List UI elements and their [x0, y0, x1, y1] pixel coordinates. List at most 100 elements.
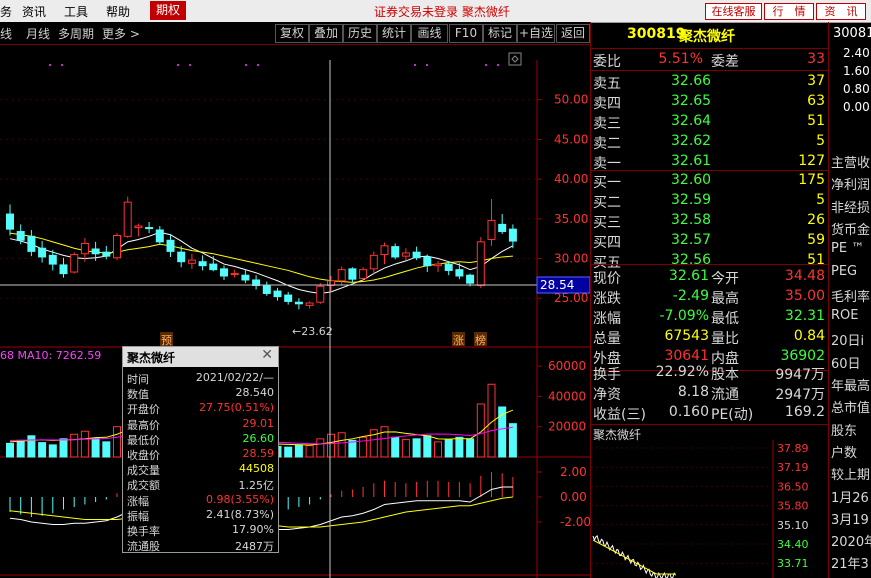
price-tick: 40.00	[554, 172, 588, 186]
tab-multi-period[interactable]: 多周期	[58, 25, 94, 42]
volume-bar	[508, 423, 517, 458]
volume-bar	[113, 426, 121, 458]
ask-label: 卖三	[593, 116, 621, 132]
tooltip-value: 17.90%	[232, 523, 274, 536]
fundamentals-sidebar: 30081 2.40 1.60 0.80 0.00 主营收 净利润 非经损 货币金 PE ™ P…	[828, 22, 871, 578]
top-menu-bar: 务 资讯 工具 帮助 期权 证券交易未登录 聚杰微纤 在线客服 行 情 资 讯	[0, 0, 871, 23]
bid-volume: 175	[798, 172, 825, 188]
tooltip-key: 涨幅	[127, 494, 149, 508]
fund-row: 收益(三) 0.160 PE(动) 169.2	[591, 402, 829, 423]
ask-row[interactable]: 卖三 32.64 51	[591, 111, 829, 132]
order-ratio-label: 委比	[593, 54, 621, 70]
mark-button[interactable]: 标记	[483, 24, 517, 43]
tooltip-value: 2487万	[235, 540, 274, 554]
ask-label: 卖二	[593, 136, 621, 152]
fund-label: 流通	[711, 387, 739, 403]
ask-row[interactable]: 卖二 32.62 5	[591, 131, 829, 152]
tooltip-row: 成交量 44508	[123, 462, 278, 477]
tooltip-key: 数值	[127, 388, 149, 402]
sidebar-item: 毛利率	[831, 289, 871, 305]
tooltip-row: 流通股 2487万	[123, 538, 278, 554]
minute-tick: 36.50	[777, 480, 809, 493]
history-button[interactable]: 历史	[343, 24, 377, 43]
ask-row[interactable]: 卖四 32.65 63	[591, 91, 829, 112]
stock-code: 300819	[627, 26, 686, 42]
ask-row[interactable]: 卖五 32.66 37	[591, 71, 829, 92]
tooltip-key: 时间	[127, 373, 149, 386]
bid-price: 32.57	[671, 232, 712, 248]
menu-item-service[interactable]: 务	[0, 3, 12, 20]
fund-value: 0.160	[668, 404, 709, 420]
ask-price: 32.62	[671, 133, 712, 149]
volume-tick: 40000	[548, 389, 586, 403]
stat-row: 涨幅 -7.09% 最低 32.31	[591, 306, 829, 327]
sidebar-item: 户数	[831, 445, 858, 461]
back-button[interactable]: 返回	[556, 24, 590, 43]
tooltip-value: 2021/02/22/—	[195, 371, 274, 384]
ask-volume: 51	[807, 113, 825, 129]
bid-volume: 26	[807, 212, 825, 228]
bid-label: 买四	[593, 235, 621, 251]
login-notice: 证券交易未登录 聚杰微纤	[374, 5, 510, 19]
stats-button[interactable]: 统计	[377, 24, 411, 43]
sidebar-item: 21年3	[831, 557, 869, 573]
volume-bar	[284, 446, 293, 458]
market-button[interactable]: 行 情	[764, 3, 814, 20]
bid-row[interactable]: 买一 32.60 175	[591, 170, 829, 191]
tab-daily[interactable]: 日线	[0, 25, 12, 42]
tab-more[interactable]: 更多 >	[102, 25, 140, 42]
bid-row[interactable]: 买四 32.57 59	[591, 230, 829, 251]
candle-body	[380, 245, 389, 256]
fund-value: 169.2	[784, 404, 825, 420]
add-favorite-button[interactable]: +自选	[517, 24, 555, 43]
draw-line-button[interactable]: 画线	[411, 24, 448, 43]
minute-chart[interactable]: 37.8937.1936.5035.8035.1034.4033.7133.01	[591, 440, 829, 578]
quote-panel: 300819 聚杰微纤 委比 5.51% 委差 33 卖五 32.66 37 卖四 32…	[590, 22, 829, 578]
volume-bar	[391, 436, 400, 458]
price-tick: 35.00	[554, 212, 588, 226]
candle-body	[401, 252, 410, 257]
bid-row[interactable]: 买三 32.58 26	[591, 210, 829, 231]
options-button[interactable]: 期权	[150, 1, 187, 20]
candle-body	[476, 241, 485, 287]
fund-row: 净资 8.18 流通 2947万	[591, 382, 829, 403]
tab-monthly[interactable]: 月线	[26, 25, 50, 42]
price-tick: 45.00	[554, 132, 588, 146]
tooltip-row: 时间 2021/02/22/—	[123, 371, 278, 386]
kline-chart[interactable]: 50.0045.0040.0035.0030.0025.006000040000…	[0, 45, 590, 578]
stat-label: 今开	[711, 271, 739, 287]
info-button[interactable]: 资 讯	[816, 3, 866, 20]
ask-price: 32.64	[671, 113, 712, 129]
fund-value: 8.18	[677, 384, 709, 400]
tooltip-key: 流通股	[127, 540, 160, 554]
menu-item-help[interactable]: 帮助	[106, 3, 130, 20]
mark-up: 涨	[453, 334, 464, 347]
sidebar-number: 0.00	[843, 100, 870, 114]
tooltip-key: 振幅	[127, 509, 149, 523]
volume-bar	[70, 433, 79, 458]
ma5-line	[9, 231, 514, 294]
candle-body	[455, 269, 464, 277]
candle-body	[59, 264, 68, 275]
chart-toolbar: 日线 月线 多周期 更多 > 复权 叠加 历史 统计 画线 F10 标记 +自选…	[0, 22, 590, 45]
kline-tooltip: 聚杰微纤 ✕ 时间 2021/02/22/— 数值 28.540 开盘价 27.75(0.…	[122, 346, 279, 553]
bid-price: 32.60	[671, 172, 712, 188]
bid-row[interactable]: 买二 32.59 5	[591, 190, 829, 211]
minute-price-line	[592, 535, 677, 578]
tooltip-key: 收盘价	[127, 449, 160, 462]
menu-item-news[interactable]: 资讯	[22, 3, 46, 20]
tooltip-row: 振幅 2.41(8.73%)	[123, 508, 278, 523]
close-icon[interactable]: ✕	[261, 347, 273, 363]
candle-body	[230, 273, 239, 276]
restore-rights-button[interactable]: 复权	[275, 24, 309, 43]
candle-body	[391, 246, 400, 258]
settings-icon[interactable]	[508, 52, 522, 66]
online-service-button[interactable]: 在线客服	[705, 3, 762, 20]
macd-tick: 0.00	[560, 490, 587, 504]
overlay-button[interactable]: 叠加	[309, 24, 343, 43]
f10-button[interactable]: F10	[449, 24, 483, 43]
ask-row[interactable]: 卖一 32.61 127	[591, 151, 829, 172]
candle-body	[27, 235, 36, 252]
menu-item-tools[interactable]: 工具	[64, 3, 88, 20]
ask-label: 卖四	[593, 96, 621, 112]
